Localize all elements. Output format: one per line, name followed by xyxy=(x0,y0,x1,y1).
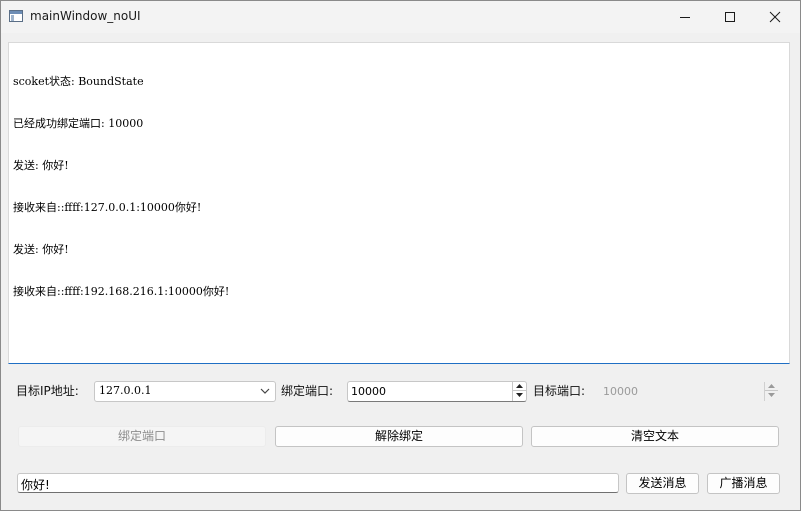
target-port-increment[interactable] xyxy=(765,382,778,391)
bind-port-decrement[interactable] xyxy=(513,391,526,400)
target-port-value: 10000 xyxy=(603,385,638,398)
spin-up-icon xyxy=(516,383,523,388)
target-port-label: 目标端口: xyxy=(533,384,586,398)
bind-port-button[interactable]: 绑定端口 xyxy=(18,426,266,447)
main-window: mainWindow_noUI scoket状态: BoundState 已经成… xyxy=(0,0,801,511)
bind-port-label: 绑定端口: xyxy=(281,384,334,398)
log-line: 已经成功绑定端口: 10000 xyxy=(13,117,144,130)
window-app-icon xyxy=(9,10,23,22)
target-port-spin-buttons xyxy=(764,382,778,401)
maximize-icon xyxy=(725,12,735,22)
clear-text-button[interactable]: 清空文本 xyxy=(531,426,779,447)
bind-port-increment[interactable] xyxy=(513,382,526,391)
log-line: 发送: 你好! xyxy=(13,243,69,256)
title-bar[interactable]: mainWindow_noUI xyxy=(1,1,800,33)
spin-down-icon xyxy=(516,393,523,397)
bind-port-spinbox[interactable]: 10000 xyxy=(347,381,527,402)
spin-down-icon xyxy=(768,393,775,397)
close-icon xyxy=(769,11,781,23)
target-ip-value: 127.0.0.1 xyxy=(99,384,152,397)
close-button[interactable] xyxy=(752,1,798,33)
log-line: scoket状态: BoundState xyxy=(13,75,144,88)
target-port-spinbox[interactable]: 10000 xyxy=(599,381,779,402)
bind-port-value: 10000 xyxy=(351,385,386,398)
log-text-area[interactable]: scoket状态: BoundState 已经成功绑定端口: 10000 发送:… xyxy=(8,42,790,364)
log-line: 发送: 你好! xyxy=(13,159,69,172)
chevron-down-icon xyxy=(260,388,270,394)
minimize-icon xyxy=(680,17,690,18)
target-port-decrement[interactable] xyxy=(765,391,778,400)
log-line: 接收来自::ffff:127.0.0.1:10000你好! xyxy=(13,201,202,214)
target-ip-label: 目标IP地址: xyxy=(16,384,79,398)
bind-port-spin-buttons xyxy=(512,382,526,401)
maximize-button[interactable] xyxy=(707,1,753,33)
unbind-button[interactable]: 解除绑定 xyxy=(275,426,523,447)
send-message-button[interactable]: 发送消息 xyxy=(626,473,699,494)
target-ip-combobox[interactable]: 127.0.0.1 xyxy=(94,381,276,402)
window-title: mainWindow_noUI xyxy=(30,9,141,23)
log-line: 接收来自::ffff:192.168.216.1:10000你好! xyxy=(13,285,230,298)
spin-up-icon xyxy=(768,383,775,388)
broadcast-message-button[interactable]: 广播消息 xyxy=(707,473,780,494)
minimize-button[interactable] xyxy=(662,1,708,33)
message-input[interactable]: 你好! xyxy=(17,473,619,493)
